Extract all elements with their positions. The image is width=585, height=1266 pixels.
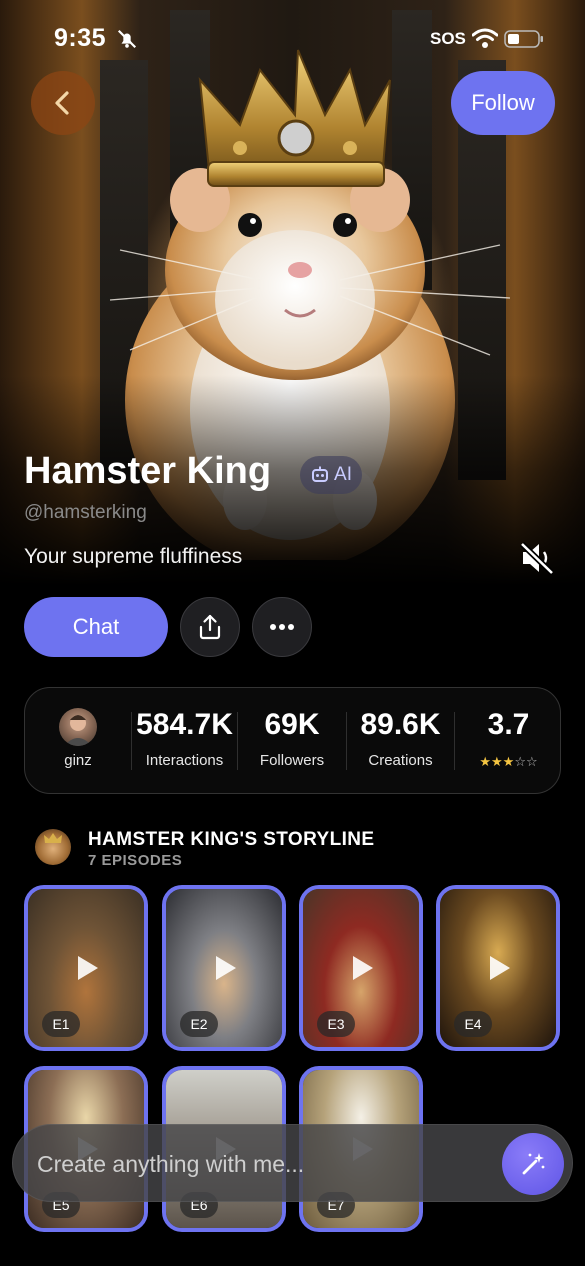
person-icon [64, 715, 92, 746]
play-icon [216, 956, 236, 980]
followers-value: 69K [264, 708, 320, 741]
episode-tile[interactable]: E3 [299, 885, 423, 1051]
creator-name: ginz [64, 752, 92, 769]
bell-slash-icon [117, 29, 137, 49]
status-bar: 9:35 SOS [0, 0, 585, 74]
creations-label: Creations [368, 752, 433, 769]
speaker-muted-icon[interactable] [518, 540, 556, 576]
ai-badge: AI [300, 456, 362, 494]
chat-button[interactable]: Chat [24, 597, 168, 657]
creator-stat[interactable]: ginz [25, 688, 131, 795]
play-icon [353, 956, 373, 980]
battery-icon [504, 30, 543, 48]
creations-value: 89.6K [360, 708, 441, 741]
followers-label: Followers [259, 752, 325, 769]
episode-label: E2 [180, 1011, 218, 1037]
magic-wand-icon [522, 1153, 545, 1175]
profile-handle: @hamsterking [24, 502, 147, 523]
more-button[interactable] [252, 597, 312, 657]
follow-button[interactable]: Follow [451, 71, 555, 135]
episode-tile[interactable]: E2 [162, 885, 286, 1051]
stats-card: ginz 584.7K Interactions 69K Followers 8… [24, 687, 561, 794]
crown-icon [44, 833, 62, 843]
more-dots-icon [270, 624, 294, 630]
storyline-title: HAMSTER KING'S STORYLINE [88, 829, 375, 850]
star-filled-icon: ★ [502, 754, 515, 769]
profile-tagline: Your supreme fluffiness [24, 545, 243, 568]
star-empty-icon: ☆ [514, 754, 526, 769]
interactions-stat: 584.7K Interactions [132, 688, 237, 795]
followers-stat: 69K Followers [238, 688, 346, 795]
creator-avatar [59, 708, 97, 746]
interactions-value: 584.7K [136, 708, 233, 741]
episode-label: E4 [454, 1011, 492, 1037]
ai-badge-label: AI [334, 464, 352, 485]
profile-name: Hamster King [24, 450, 272, 492]
interactions-label: Interactions [145, 752, 224, 769]
share-icon [199, 614, 221, 640]
star-empty-icon: ☆ [525, 754, 538, 769]
play-icon [78, 956, 98, 980]
magic-generate-button[interactable] [502, 1133, 564, 1195]
episode-label: E3 [317, 1011, 355, 1037]
star-filled-icon: ★ [491, 754, 503, 769]
status-time: 9:35 [54, 24, 107, 52]
storyline-episode-count: 7 EPISODES [88, 852, 183, 869]
episode-tile[interactable]: E4 [436, 885, 560, 1051]
share-button[interactable] [180, 597, 240, 657]
status-carrier: SOS [430, 29, 466, 48]
creations-stat: 89.6K Creations [347, 688, 454, 795]
storyline-avatar [35, 829, 71, 865]
wifi-icon [472, 28, 498, 48]
create-bar [12, 1124, 573, 1202]
back-button[interactable] [31, 71, 95, 135]
create-input[interactable] [37, 1149, 477, 1179]
play-icon [490, 956, 510, 980]
star-filled-icon: ★ [479, 754, 492, 769]
episode-label: E1 [42, 1011, 80, 1037]
rating-stat: 3.7 ★★★☆☆ [455, 688, 562, 795]
chevron-left-icon [55, 91, 69, 115]
rating-stars: ★★★☆☆ [455, 754, 562, 770]
rating-value: 3.7 [487, 708, 530, 741]
episode-tile[interactable]: E1 [24, 885, 148, 1051]
robot-icon [312, 466, 329, 482]
